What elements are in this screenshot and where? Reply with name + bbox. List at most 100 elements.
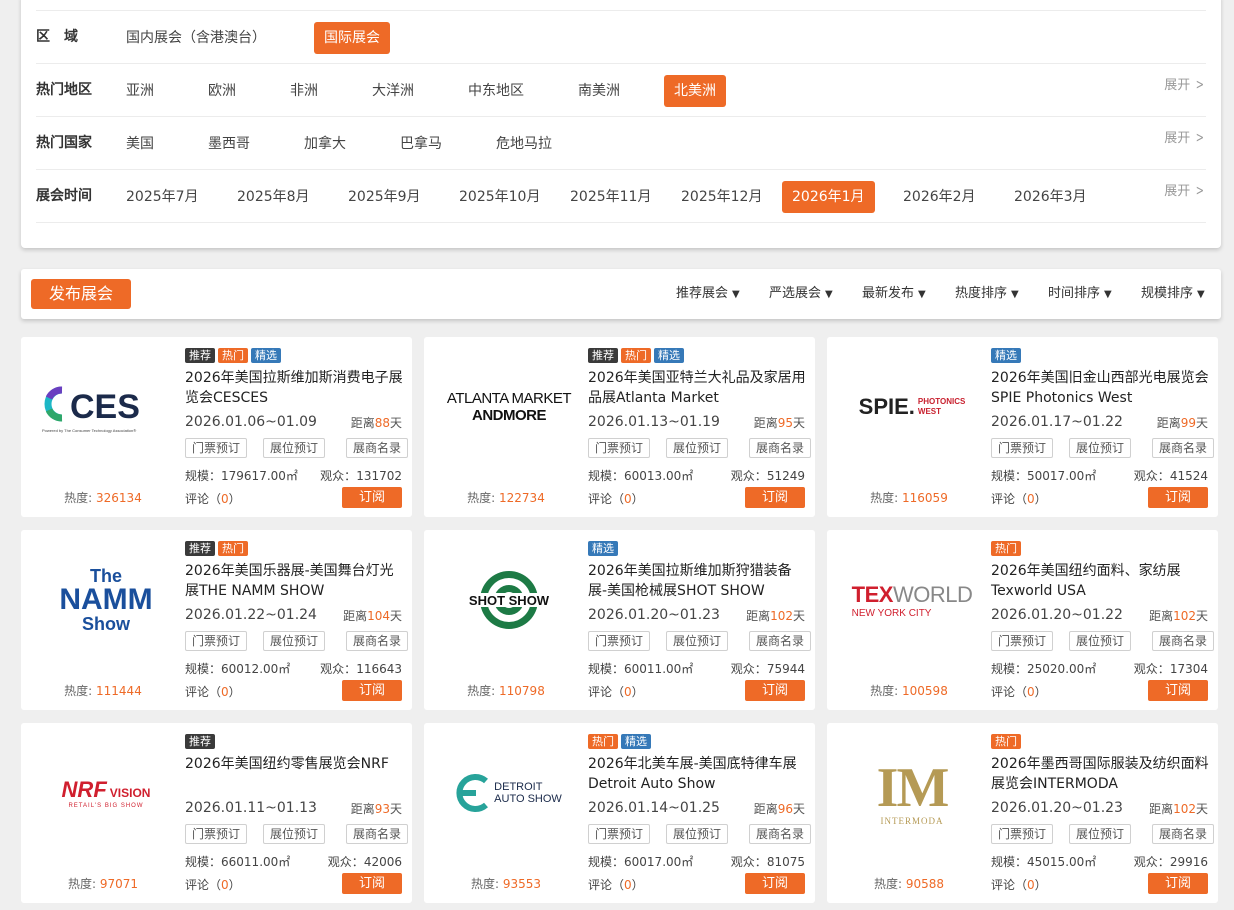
filter-option-south-america[interactable]: 南美洲 xyxy=(568,75,630,107)
filter-option-2025-11[interactable]: 2025年11月 xyxy=(560,181,661,213)
booth-booking-button[interactable]: 展位预订 xyxy=(263,631,326,651)
booth-booking-button[interactable]: 展位预订 xyxy=(1069,824,1132,844)
sort-time[interactable]: 时间排序 ▼ xyxy=(1048,269,1112,319)
filter-option-2025-12[interactable]: 2025年12月 xyxy=(671,181,772,213)
exhibition-card[interactable]: TEXWORLD NEW YORK CITY 热度: 100598 热门 202… xyxy=(827,530,1218,710)
ticket-booking-button[interactable]: 门票预订 xyxy=(588,824,651,844)
filter-option-europe[interactable]: 欧洲 xyxy=(198,75,246,107)
filter-option-2025-08[interactable]: 2025年8月 xyxy=(227,181,320,213)
comment-info[interactable]: 评论（0） xyxy=(588,683,644,700)
subscribe-button[interactable]: 订阅 xyxy=(342,873,402,894)
filter-option-guatemala[interactable]: 危地马拉 xyxy=(486,128,562,160)
ticket-booking-button[interactable]: 门票预订 xyxy=(588,631,651,651)
exhibition-card[interactable]: SPIE. PHOTONICS WEST 热度: 116059 精选 2026年… xyxy=(827,337,1218,517)
filter-option-north-america[interactable]: 北美洲 xyxy=(664,75,726,107)
exhibition-logo[interactable]: The NAMM Show xyxy=(31,550,181,650)
exhibition-card[interactable]: CES Powered by The Consumer Technology A… xyxy=(21,337,412,517)
comment-info[interactable]: 评论（0） xyxy=(588,490,644,507)
filter-option-middle-east[interactable]: 中东地区 xyxy=(458,75,534,107)
filter-option-2025-09[interactable]: 2025年9月 xyxy=(338,181,431,213)
booth-booking-button[interactable]: 展位预订 xyxy=(666,438,729,458)
comment-info[interactable]: 评论（0） xyxy=(991,683,1047,700)
subscribe-button[interactable]: 订阅 xyxy=(745,873,805,894)
exhibition-title[interactable]: 2026年美国拉斯维加斯狩猎装备展-美国枪械展SHOT SHOW xyxy=(588,561,808,601)
filter-option-mexico[interactable]: 墨西哥 xyxy=(198,128,260,160)
filter-option-domestic[interactable]: 国内展会（含港澳台） xyxy=(116,22,276,54)
exhibition-card[interactable]: DETROIT AUTO SHOW 热度: 93553 热门 精选 2026年北美… xyxy=(424,723,815,903)
publish-exhibition-button[interactable]: 发布展会 xyxy=(31,279,131,309)
exhibition-logo[interactable]: SPIE. PHOTONICS WEST xyxy=(837,357,987,457)
booth-booking-button[interactable]: 展位预订 xyxy=(666,824,729,844)
exhibition-logo[interactable]: CES Powered by The Consumer Technology A… xyxy=(31,357,181,457)
booth-booking-button[interactable]: 展位预订 xyxy=(1069,438,1132,458)
exhibition-title[interactable]: 2026年墨西哥国际服装及纺织面料展览会INTERMODA xyxy=(991,754,1211,794)
booth-booking-button[interactable]: 展位预订 xyxy=(263,438,326,458)
exhibition-title[interactable]: 2026年美国拉斯维加斯消费电子展览会CESCES xyxy=(185,368,405,408)
filter-option-oceania[interactable]: 大洋洲 xyxy=(362,75,424,107)
filter-option-international[interactable]: 国际展会 xyxy=(314,22,390,54)
exhibitor-list-button[interactable]: 展商名录 xyxy=(748,631,811,651)
sort-scale[interactable]: 规模排序 ▼ xyxy=(1141,269,1205,319)
booth-booking-button[interactable]: 展位预订 xyxy=(263,824,326,844)
booth-booking-button[interactable]: 展位预订 xyxy=(1069,631,1132,651)
exhibitor-list-button[interactable]: 展商名录 xyxy=(345,631,408,651)
exhibition-title[interactable]: 2026年美国纽约零售展览会NRF xyxy=(185,754,405,774)
subscribe-button[interactable]: 订阅 xyxy=(1148,487,1208,508)
exhibition-title[interactable]: 2026年美国乐器展-美国舞台灯光展THE NAMM SHOW xyxy=(185,561,405,601)
ticket-booking-button[interactable]: 门票预订 xyxy=(185,631,248,651)
booth-booking-button[interactable]: 展位预订 xyxy=(666,631,729,651)
ticket-booking-button[interactable]: 门票预订 xyxy=(991,631,1054,651)
sort-recommended[interactable]: 推荐展会 ▼ xyxy=(676,269,740,319)
ticket-booking-button[interactable]: 门票预订 xyxy=(588,438,651,458)
exhibition-logo[interactable]: IM INTERMODA xyxy=(837,743,987,843)
exhibition-card[interactable]: IM INTERMODA 热度: 90588 热门 2026年墨西哥国际服装及纺… xyxy=(827,723,1218,903)
exhibitor-list-button[interactable]: 展商名录 xyxy=(748,824,811,844)
subscribe-button[interactable]: 订阅 xyxy=(745,680,805,701)
ticket-booking-button[interactable]: 门票预订 xyxy=(185,824,248,844)
subscribe-button[interactable]: 订阅 xyxy=(342,487,402,508)
exhibitor-list-button[interactable]: 展商名录 xyxy=(1151,438,1214,458)
exhibition-title[interactable]: 2026年北美车展-美国底特律车展Detroit Auto Show xyxy=(588,754,808,794)
sort-heat[interactable]: 热度排序 ▼ xyxy=(955,269,1019,319)
sort-selected[interactable]: 严选展会 ▼ xyxy=(769,269,833,319)
expand-hot-countries[interactable]: 展开 > xyxy=(1164,127,1206,146)
subscribe-button[interactable]: 订阅 xyxy=(1148,680,1208,701)
exhibitor-list-button[interactable]: 展商名录 xyxy=(748,438,811,458)
exhibition-logo[interactable]: SHOT SHOW xyxy=(434,550,584,650)
exhibition-card[interactable]: ATLANTA MARKET ANDMORE 热度: 122734 推荐 热门 精选… xyxy=(424,337,815,517)
exhibitor-list-button[interactable]: 展商名录 xyxy=(345,824,408,844)
exhibitor-list-button[interactable]: 展商名录 xyxy=(1151,824,1214,844)
filter-option-2026-01[interactable]: 2026年1月 xyxy=(782,181,875,213)
exhibition-card[interactable]: NRF VISION RETAIL'S BIG SHOW 热度: 97071 推荐… xyxy=(21,723,412,903)
expand-hot-areas[interactable]: 展开 > xyxy=(1164,74,1206,93)
comment-info[interactable]: 评论（0） xyxy=(185,876,241,893)
filter-option-2025-10[interactable]: 2025年10月 xyxy=(449,181,550,213)
exhibition-logo[interactable]: DETROIT AUTO SHOW xyxy=(434,743,584,843)
comment-info[interactable]: 评论（0） xyxy=(991,490,1047,507)
filter-option-asia[interactable]: 亚洲 xyxy=(116,75,164,107)
exhibition-logo[interactable]: ATLANTA MARKET ANDMORE xyxy=(434,357,584,457)
subscribe-button[interactable]: 订阅 xyxy=(745,487,805,508)
subscribe-button[interactable]: 订阅 xyxy=(342,680,402,701)
expand-time[interactable]: 展开 > xyxy=(1164,180,1206,199)
filter-option-2026-03[interactable]: 2026年3月 xyxy=(1004,181,1097,213)
exhibitor-list-button[interactable]: 展商名录 xyxy=(1151,631,1214,651)
filter-option-africa[interactable]: 非洲 xyxy=(280,75,328,107)
exhibition-logo[interactable]: TEXWORLD NEW YORK CITY xyxy=(837,550,987,650)
filter-option-2026-02[interactable]: 2026年2月 xyxy=(893,181,986,213)
sort-latest[interactable]: 最新发布 ▼ xyxy=(862,269,926,319)
exhibition-card[interactable]: The NAMM Show 热度: 111444 推荐 热门 2026年美国乐器展… xyxy=(21,530,412,710)
exhibition-card[interactable]: SHOT SHOW 热度: 110798 精选 2026年美国拉斯维加斯狩猎装备… xyxy=(424,530,815,710)
comment-info[interactable]: 评论（0） xyxy=(991,876,1047,893)
filter-option-usa[interactable]: 美国 xyxy=(116,128,164,160)
ticket-booking-button[interactable]: 门票预订 xyxy=(991,824,1054,844)
filter-option-canada[interactable]: 加拿大 xyxy=(294,128,356,160)
exhibition-logo[interactable]: NRF VISION RETAIL'S BIG SHOW xyxy=(31,743,181,843)
exhibition-title[interactable]: 2026年美国纽约面料、家纺展Texworld USA xyxy=(991,561,1211,601)
ticket-booking-button[interactable]: 门票预订 xyxy=(185,438,248,458)
exhibitor-list-button[interactable]: 展商名录 xyxy=(345,438,408,458)
exhibition-title[interactable]: 2026年美国亚特兰大礼品及家居用品展Atlanta Market xyxy=(588,368,808,408)
comment-info[interactable]: 评论（0） xyxy=(185,490,241,507)
comment-info[interactable]: 评论（0） xyxy=(588,876,644,893)
exhibition-title[interactable]: 2026年美国旧金山西部光电展览会SPIE Photonics West xyxy=(991,368,1211,408)
